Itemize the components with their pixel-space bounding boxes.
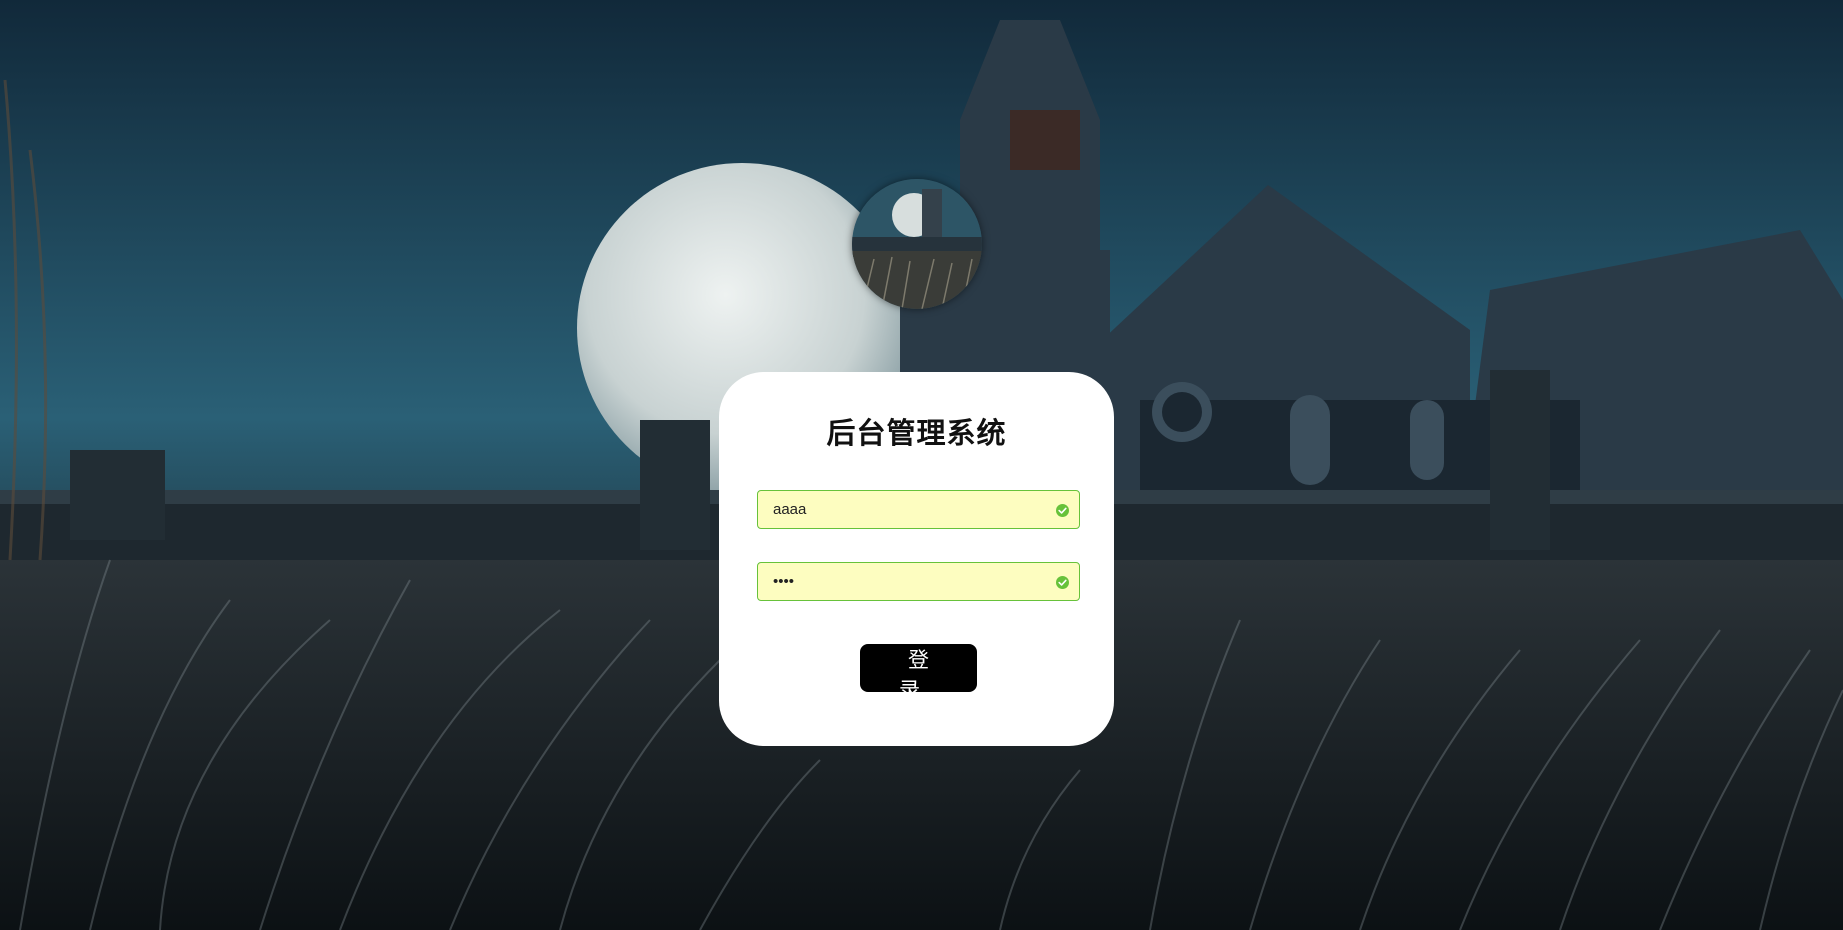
login-page: 后台管理系统 登 录: [0, 0, 1843, 930]
username-field-wrapper: [757, 490, 1080, 529]
check-circle-icon: [1056, 504, 1069, 517]
login-title: 后台管理系统: [826, 416, 1007, 450]
avatar: [852, 179, 982, 309]
check-circle-icon: [1056, 576, 1069, 589]
password-input[interactable]: [758, 563, 1079, 600]
login-card: 后台管理系统 登 录: [719, 372, 1114, 746]
password-field-wrapper: [757, 562, 1080, 601]
username-input[interactable]: [758, 491, 1079, 528]
login-button[interactable]: 登 录: [860, 644, 977, 702]
